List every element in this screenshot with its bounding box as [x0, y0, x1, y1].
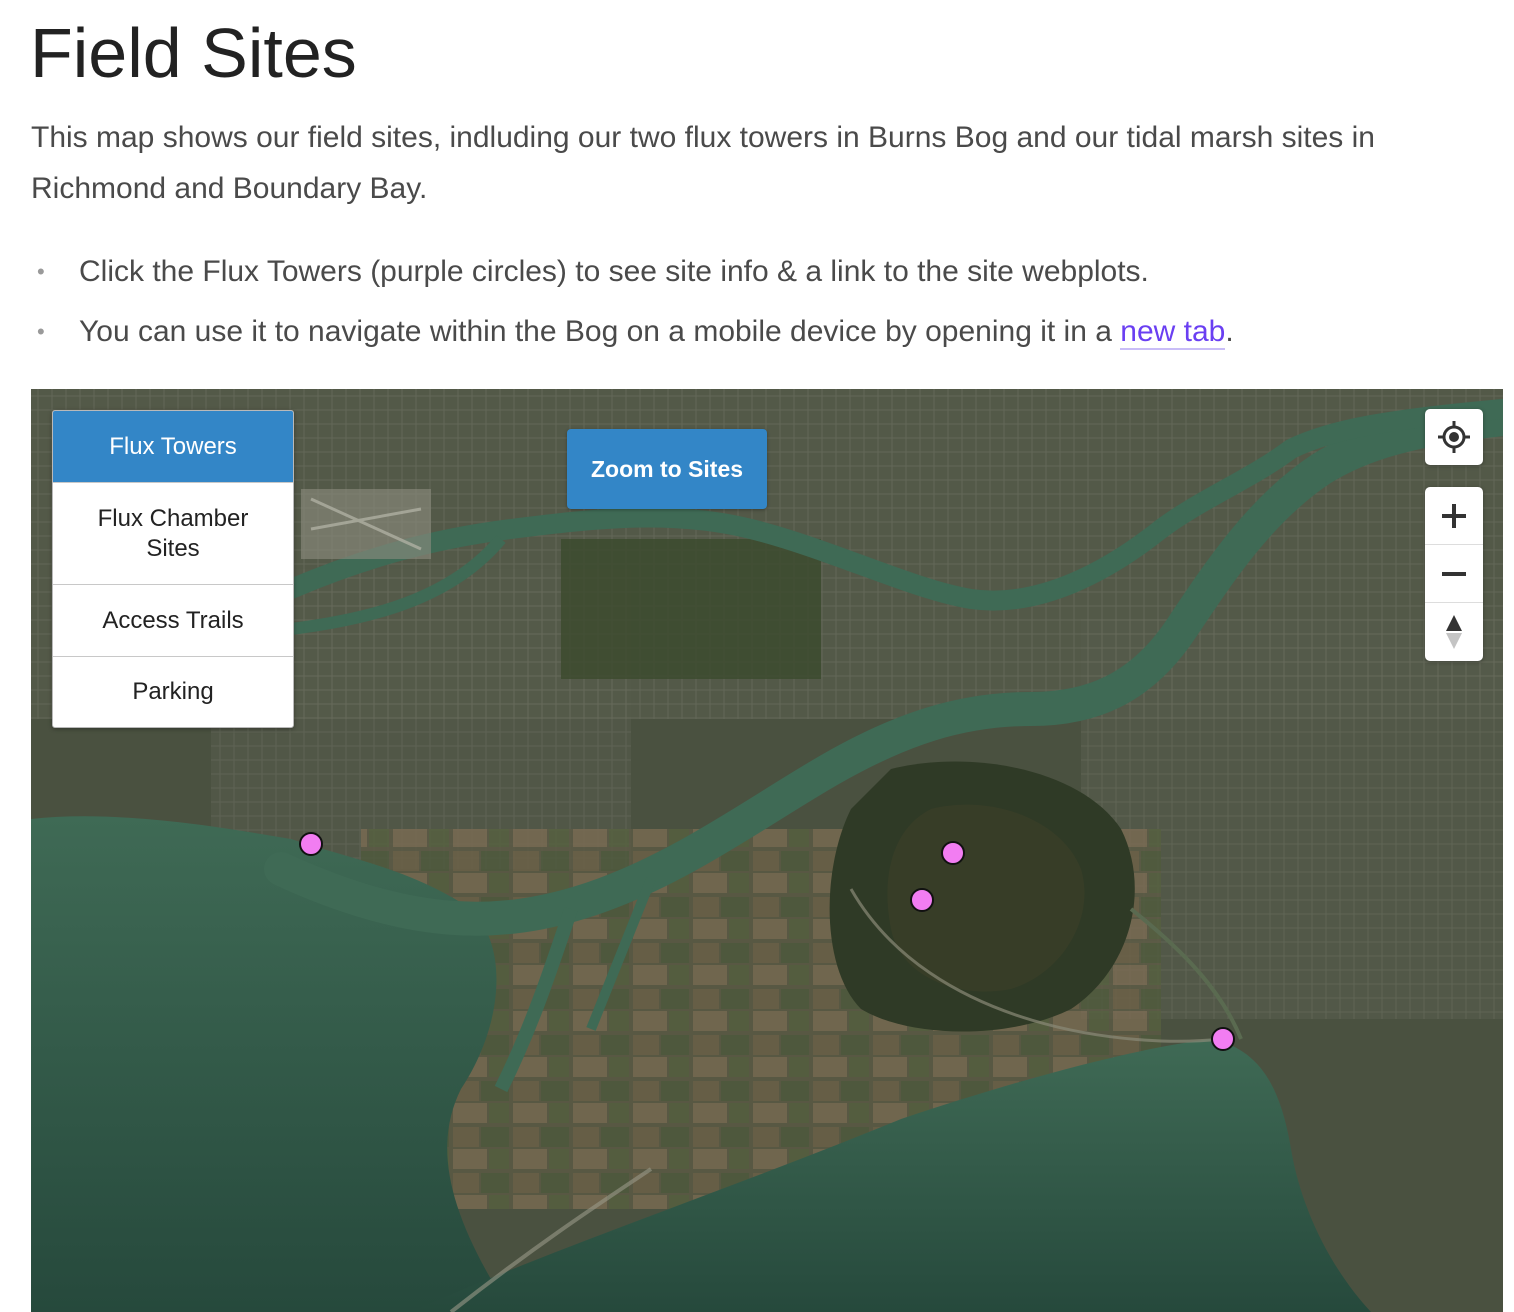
- layer-button-flux-towers[interactable]: Flux Towers: [53, 411, 293, 483]
- list-item-text: You can use it to navigate within the Bo…: [79, 315, 1121, 348]
- layer-button-label: Flux Chamber Sites: [97, 504, 249, 562]
- list-item-text: Click the Flux Towers (purple circles) t…: [79, 255, 1149, 288]
- compass-icon: [1446, 615, 1462, 649]
- minus-icon: [1442, 571, 1466, 576]
- list-item: • Click the Flux Towers (purple circles)…: [31, 244, 1234, 304]
- plus-icon: [1442, 503, 1466, 528]
- list-item-text-end: .: [1225, 315, 1234, 348]
- layer-button-label: Flux Towers: [109, 432, 237, 460]
- flux-tower-marker[interactable]: [941, 841, 965, 865]
- geolocate-button[interactable]: [1425, 409, 1483, 465]
- page-title: Field Sites: [30, 14, 357, 92]
- layer-button-parking[interactable]: Parking: [53, 657, 293, 727]
- flux-tower-marker[interactable]: [1211, 1027, 1235, 1051]
- flux-tower-marker[interactable]: [299, 832, 323, 856]
- intro-paragraph: This map shows our field sites, indludin…: [31, 121, 1375, 205]
- list-item: • You can use it to navigate within the …: [31, 304, 1234, 364]
- flux-tower-marker[interactable]: [910, 888, 934, 912]
- instruction-list: • Click the Flux Towers (purple circles)…: [31, 244, 1234, 364]
- bullet-icon: •: [37, 319, 45, 344]
- map[interactable]: Flux Towers Flux Chamber Sites Access Tr…: [31, 389, 1503, 1312]
- layer-button-label: Parking: [132, 678, 214, 705]
- compass-button[interactable]: [1425, 603, 1483, 661]
- zoom-in-button[interactable]: [1425, 487, 1483, 545]
- layer-button-flux-chamber-sites[interactable]: Flux Chamber Sites: [53, 483, 293, 585]
- layer-button-label: Access Trails: [102, 606, 244, 634]
- bullet-icon: •: [37, 259, 45, 284]
- crosshair-icon: [1438, 421, 1470, 453]
- new-tab-link[interactable]: new tab: [1120, 315, 1226, 350]
- zoom-out-button[interactable]: [1425, 545, 1483, 603]
- layer-button-access-trails[interactable]: Access Trails: [53, 585, 293, 657]
- zoom-to-sites-button[interactable]: Zoom to Sites: [567, 429, 767, 509]
- navigation-control: [1425, 487, 1483, 661]
- layer-switcher: Flux Towers Flux Chamber Sites Access Tr…: [52, 410, 294, 728]
